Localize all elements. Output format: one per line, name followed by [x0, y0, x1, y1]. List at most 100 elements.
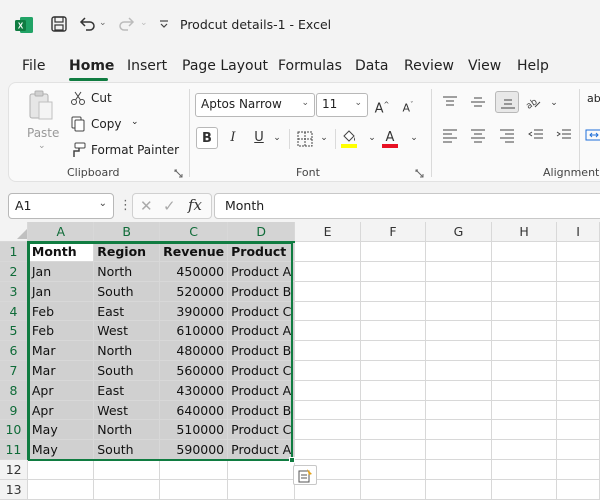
cell[interactable] [425, 261, 492, 282]
cell[interactable] [425, 281, 492, 302]
increase-font-size-icon[interactable]: A^ [371, 94, 393, 116]
merge-center-icon[interactable] [585, 127, 600, 143]
cell[interactable]: North [93, 419, 161, 441]
more-options-icon[interactable]: ⋮ [119, 198, 132, 213]
cell[interactable] [425, 340, 492, 362]
formula-input[interactable]: Month [214, 193, 600, 219]
tab-review[interactable]: Review [404, 58, 454, 74]
cell[interactable]: 390000 [159, 301, 229, 322]
cell[interactable] [360, 479, 427, 500]
row-header[interactable]: 10 [0, 419, 29, 441]
decrease-indent-icon[interactable] [527, 127, 545, 143]
cell[interactable] [556, 261, 600, 282]
cell[interactable] [491, 301, 558, 322]
cell[interactable] [360, 301, 427, 322]
cell[interactable] [556, 419, 600, 441]
column-header-F[interactable]: F [360, 222, 427, 243]
row-header[interactable]: 11 [0, 439, 29, 461]
cell[interactable] [227, 459, 296, 480]
cell[interactable] [491, 320, 558, 342]
tab-file[interactable]: File [22, 58, 45, 74]
enter-icon[interactable]: ✓ [163, 197, 176, 215]
copy-icon[interactable] [70, 116, 86, 132]
paste-label[interactable]: Paste [27, 126, 59, 140]
column-header-B[interactable]: B [93, 222, 161, 243]
cell[interactable]: 640000 [159, 400, 229, 421]
cell[interactable]: 560000 [159, 360, 229, 381]
fill-handle[interactable] [289, 457, 295, 463]
cell[interactable]: East [93, 380, 161, 401]
cell[interactable]: Product A [227, 261, 296, 282]
cell[interactable] [360, 459, 427, 480]
cell[interactable]: May [27, 439, 95, 461]
cut-label[interactable]: Cut [91, 91, 112, 105]
orientation-dropdown-icon[interactable]: ⌄ [543, 92, 565, 114]
cut-icon[interactable] [70, 90, 86, 106]
cell[interactable] [425, 301, 492, 322]
cell[interactable]: West [93, 400, 161, 421]
cell[interactable]: 510000 [159, 419, 229, 441]
cell[interactable]: Product A [227, 320, 296, 342]
tab-data[interactable]: Data [355, 58, 388, 74]
cell[interactable] [425, 320, 492, 342]
column-header-E[interactable]: E [294, 222, 361, 243]
cell[interactable] [491, 479, 558, 500]
row-header[interactable]: 12 [0, 459, 29, 480]
row-header[interactable]: 5 [0, 320, 29, 342]
quick-analysis-button[interactable] [293, 465, 317, 485]
cell[interactable] [360, 400, 427, 421]
cell[interactable] [360, 241, 427, 263]
cell[interactable] [491, 261, 558, 282]
select-all-corner[interactable] [0, 222, 29, 243]
cell[interactable]: Apr [27, 380, 95, 401]
cell[interactable]: Product A [227, 380, 296, 401]
row-header[interactable]: 13 [0, 479, 29, 500]
align-left-icon[interactable] [441, 127, 459, 143]
paste-dropdown-icon[interactable]: ⌄ [38, 141, 46, 151]
header-cell[interactable]: Revenue [159, 241, 229, 263]
cell[interactable]: 450000 [159, 261, 229, 282]
cancel-icon[interactable]: ✕ [140, 197, 153, 215]
column-header-D[interactable]: D [227, 222, 296, 243]
cell[interactable] [425, 479, 492, 500]
align-right-icon[interactable] [498, 127, 516, 143]
cell[interactable]: 610000 [159, 320, 229, 342]
cell[interactable]: 480000 [159, 340, 229, 362]
borders-icon[interactable] [297, 131, 313, 147]
cell[interactable]: East [93, 301, 161, 322]
cell[interactable]: Jan [27, 281, 95, 302]
tab-help[interactable]: Help [517, 58, 549, 74]
cell[interactable] [491, 241, 558, 263]
align-center-icon[interactable] [469, 127, 487, 143]
format-painter-icon[interactable] [70, 142, 86, 158]
cell[interactable]: Feb [27, 320, 95, 342]
cell[interactable] [294, 241, 361, 263]
cell[interactable] [556, 301, 600, 322]
cell[interactable] [556, 479, 600, 500]
undo-icon[interactable] [78, 15, 96, 33]
cell[interactable]: Product C [227, 360, 296, 381]
cell[interactable] [294, 281, 361, 302]
cell[interactable]: 590000 [159, 439, 229, 461]
borders-dropdown-icon[interactable]: ⌄ [313, 127, 335, 149]
cell[interactable]: South [93, 439, 161, 461]
tab-view[interactable]: View [468, 58, 501, 74]
column-header-A[interactable]: A [27, 222, 95, 243]
row-header[interactable]: 9 [0, 400, 29, 421]
bottom-align-button[interactable] [495, 91, 519, 113]
column-header-C[interactable]: C [159, 222, 229, 243]
cell[interactable]: North [93, 261, 161, 282]
tab-formulas[interactable]: Formulas [278, 58, 342, 74]
column-header-I[interactable]: I [556, 222, 600, 243]
cell[interactable] [556, 320, 600, 342]
cell[interactable] [491, 380, 558, 401]
cell[interactable] [360, 419, 427, 441]
cell[interactable] [294, 320, 361, 342]
cell[interactable]: 520000 [159, 281, 229, 302]
row-header[interactable]: 3 [0, 281, 29, 302]
cell[interactable] [360, 340, 427, 362]
name-box[interactable]: A1 ⌄ [8, 193, 114, 219]
clipboard-dialog-launcher-icon[interactable] [174, 169, 183, 178]
cell[interactable]: Mar [27, 360, 95, 381]
cell[interactable] [227, 479, 296, 500]
